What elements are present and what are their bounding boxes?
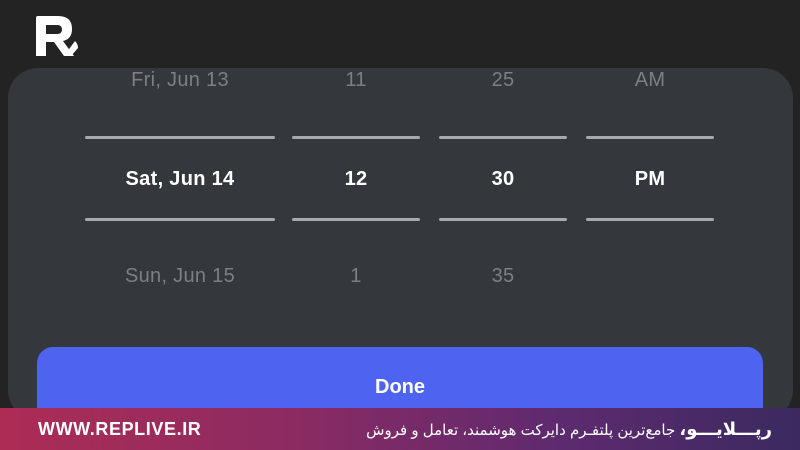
date-time-picker-sheet: Fri, Jun 13 Sat, Jun 14 Sun, Jun 15 11 1… [8,68,793,420]
date-divider-bottom [85,218,275,221]
hour-option-selected[interactable]: 12 [292,168,420,191]
ampm-divider-top [586,136,714,139]
hour-divider-bottom [292,218,420,221]
hour-option-next[interactable]: 1 [292,265,420,288]
replive-logo-icon [36,16,78,56]
website-link[interactable]: WWW.REPLIVE.IR [38,419,201,440]
hour-wheel[interactable]: 11 12 1 [292,68,420,348]
minute-wheel[interactable]: 25 30 35 [439,68,567,348]
date-option-selected[interactable]: Sat, Jun 14 [85,168,275,191]
ampm-divider-bottom [586,218,714,221]
date-time-picker: Fri, Jun 13 Sat, Jun 14 Sun, Jun 15 11 1… [8,68,793,348]
minute-divider-bottom [439,218,567,221]
hour-option-prev[interactable]: 11 [292,69,420,92]
ampm-option-selected[interactable]: PM [586,168,714,191]
date-divider-top [85,136,275,139]
minute-option-prev[interactable]: 25 [439,69,567,92]
brand-banner: WWW.REPLIVE.IR رپـــلایـــو، جامع‌ترین پ… [0,408,800,450]
date-option-next[interactable]: Sun, Jun 15 [85,265,275,288]
date-option-prev[interactable]: Fri, Jun 13 [85,69,275,92]
date-wheel[interactable]: Fri, Jun 13 Sat, Jun 14 Sun, Jun 15 [85,68,275,348]
brand-name: رپـــلایـــو، [679,419,772,439]
hour-divider-top [292,136,420,139]
minute-option-selected[interactable]: 30 [439,168,567,191]
minute-option-next[interactable]: 35 [439,265,567,288]
ampm-wheel[interactable]: AM PM [586,68,714,348]
ampm-option-am[interactable]: AM [586,69,714,92]
brand-tagline: رپـــلایـــو، جامع‌ترین پلتفـرم دایرکت ه… [366,419,772,440]
brand-tagline-text: جامع‌ترین پلتفـرم دایرکت هوشمند، تعامل و… [366,422,680,439]
minute-divider-top [439,136,567,139]
